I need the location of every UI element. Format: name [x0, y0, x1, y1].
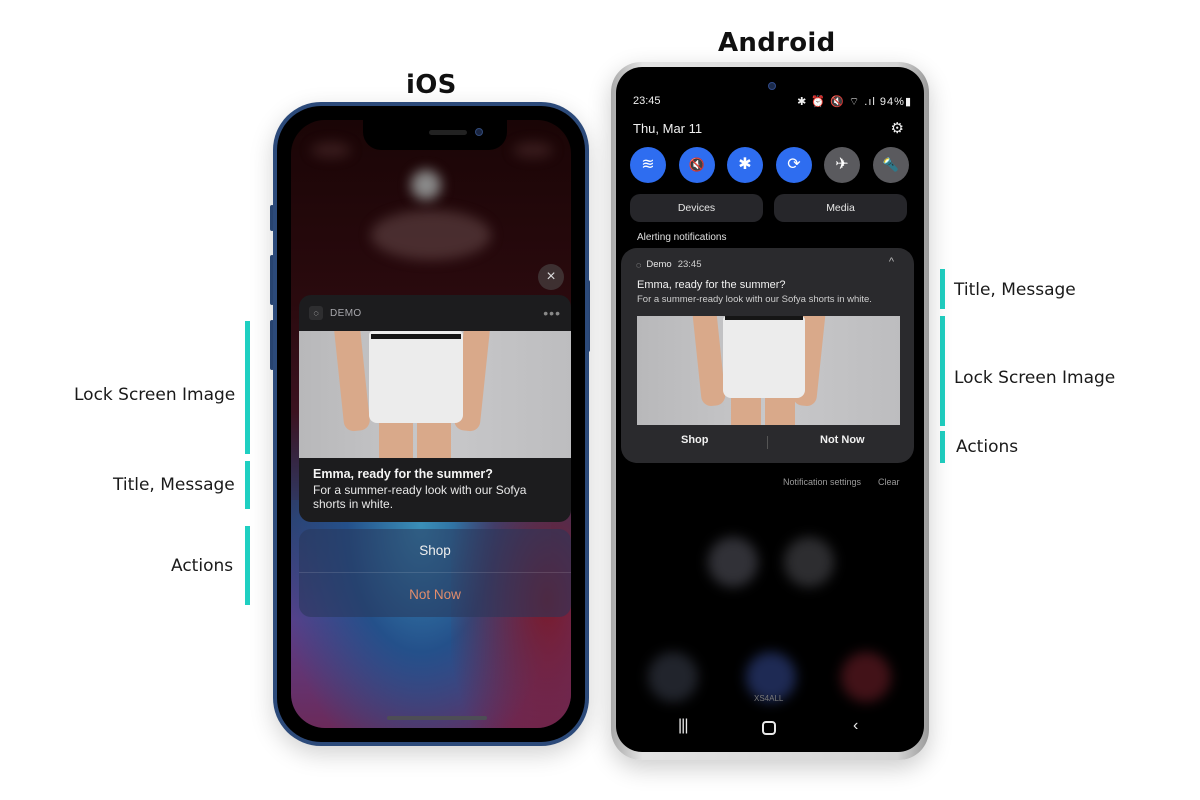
iphone-device: × ◌ DEMO ••• Emma, ready for the summer?: [273, 102, 589, 746]
status-time: 23:45: [633, 95, 661, 107]
status-indicator-icons: ✱ ⏰ 🔇 ⌔ .ıl: [797, 96, 876, 108]
ios-notification-message: For a summer-ready look with our Sofya s…: [313, 483, 527, 511]
camera-icon: [768, 82, 776, 90]
ios-close-button[interactable]: ×: [538, 264, 564, 290]
ios-notification-title: Emma, ready for the summer?: [313, 467, 493, 481]
home-button[interactable]: [762, 721, 776, 735]
bluetooth-icon: ✱: [738, 156, 752, 173]
clear-button[interactable]: Clear: [878, 477, 900, 487]
wifi-toggle[interactable]: ≋: [630, 147, 666, 183]
annotation-bar: [245, 461, 250, 509]
android-notification-title: Emma, ready for the summer?: [637, 279, 786, 291]
blurred-app-icon: [841, 652, 891, 702]
ios-heading: iOS: [406, 70, 457, 100]
android-not-now-button[interactable]: Not Now: [820, 434, 865, 446]
date: Thu, Mar 11: [633, 121, 703, 136]
android-heading: Android: [718, 28, 836, 58]
annotation-title-message-ios: Title, Message: [113, 475, 235, 495]
devices-button[interactable]: Devices: [630, 194, 763, 222]
airplane-icon: ✈: [835, 156, 849, 173]
back-button[interactable]: ‹: [853, 717, 858, 735]
notification-settings-link[interactable]: Notification settings: [783, 477, 861, 487]
flashlight-icon: 🔦: [882, 157, 900, 172]
chat-bubble-icon: ◌: [309, 306, 323, 320]
ios-not-now-button[interactable]: Not Now: [299, 573, 571, 617]
annotation-lock-screen-image-android: Lock Screen Image: [954, 368, 1116, 388]
home-indicator[interactable]: [387, 716, 487, 720]
iphone-notch: [363, 120, 507, 150]
annotation-bar: [245, 526, 250, 605]
mute-icon: 🔇: [688, 157, 706, 172]
annotation-bar: [940, 316, 945, 426]
blurred-app-icon: [708, 537, 758, 587]
ios-lock-screen: × ◌ DEMO ••• Emma, ready for the summer?: [291, 120, 571, 728]
media-button[interactable]: Media: [774, 194, 907, 222]
status-icons: ✱ ⏰ 🔇 ⌔ .ıl 94%▮: [797, 95, 912, 109]
gear-icon[interactable]: ⚙: [891, 119, 904, 137]
ios-lock-screen-image: [299, 331, 571, 458]
auto-rotate-toggle[interactable]: ⟳: [776, 147, 812, 183]
battery-level: 94%: [879, 96, 905, 108]
blurred-clock: [371, 210, 491, 260]
android-lock-screen-image: [637, 316, 900, 425]
blurred-app-icon: [648, 652, 698, 702]
notification-time: 23:45: [677, 259, 702, 270]
android-notification-shade: 23:45 ✱ ⏰ 🔇 ⌔ .ıl 94%▮ Thu, Mar 11 ⚙ ≋ 🔇…: [616, 67, 924, 752]
blurred-app-icon: [784, 537, 834, 587]
flashlight-toggle[interactable]: 🔦: [873, 147, 909, 183]
sound-toggle[interactable]: 🔇: [679, 147, 715, 183]
annotation-actions-ios: Actions: [171, 556, 234, 576]
airplane-toggle[interactable]: ✈: [824, 147, 860, 183]
ios-app-name: DEMO: [330, 307, 362, 319]
android-notification-card[interactable]: ◌ Demo 23:45 ^ Emma, ready for the summe…: [621, 248, 914, 463]
action-divider: [767, 436, 768, 449]
annotation-lock-screen-image-ios: Lock Screen Image: [74, 385, 236, 405]
more-options-icon[interactable]: •••: [543, 305, 561, 321]
ios-shop-button[interactable]: Shop: [299, 529, 571, 573]
blurred-lock-icon: [411, 170, 441, 200]
chat-bubble-icon: ◌: [636, 259, 642, 270]
annotation-bar: [940, 431, 945, 463]
wifi-icon: ≋: [641, 156, 655, 173]
bluetooth-toggle[interactable]: ✱: [727, 147, 763, 183]
chevron-up-icon[interactable]: ^: [889, 256, 894, 268]
rotate-icon: ⟳: [787, 156, 801, 173]
android-device: 23:45 ✱ ⏰ 🔇 ⌔ .ıl 94%▮ Thu, Mar 11 ⚙ ≋ 🔇…: [611, 62, 929, 760]
dock-app-label: XS4ALL: [754, 694, 784, 703]
battery-icon: ▮: [904, 96, 912, 108]
annotation-title-message-android: Title, Message: [954, 280, 1076, 300]
android-notification-message: For a summer-ready look with our Sofya s…: [637, 294, 872, 305]
speaker-icon: [429, 130, 467, 135]
annotation-actions-android: Actions: [956, 437, 1019, 457]
annotation-bar: [245, 321, 250, 454]
android-app-name: Demo: [646, 259, 672, 270]
camera-icon: [475, 128, 483, 136]
section-label: Alerting notifications: [637, 232, 727, 243]
annotation-bar: [940, 269, 945, 309]
recent-apps-button[interactable]: |||: [678, 717, 689, 735]
android-shop-button[interactable]: Shop: [681, 434, 709, 446]
ios-notification-card[interactable]: ◌ DEMO ••• Emma, ready for the summer? F…: [299, 295, 571, 522]
ios-actions: Shop Not Now: [299, 529, 571, 617]
